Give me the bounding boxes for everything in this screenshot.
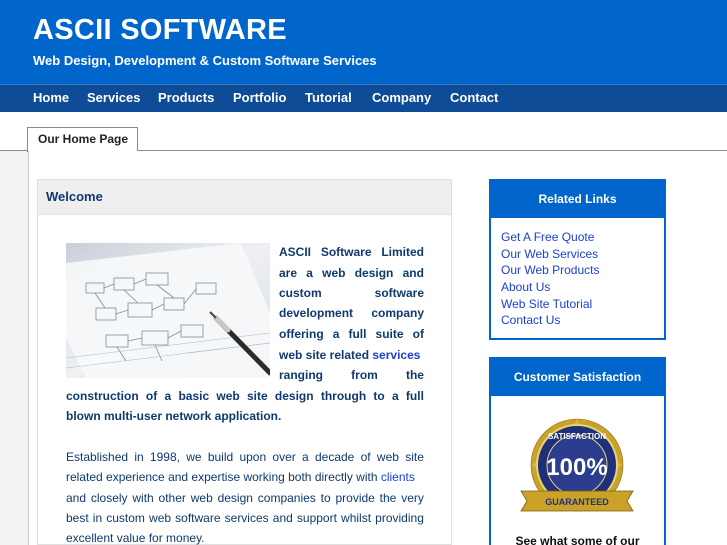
- nav-products[interactable]: Products: [158, 90, 214, 105]
- intro-line-9: blown multi-user network application.: [66, 409, 282, 423]
- link-web-site-tutorial[interactable]: Web Site Tutorial: [501, 297, 592, 311]
- customer-satisfaction-title: Customer Satisfaction: [491, 359, 664, 396]
- related-links-title: Related Links: [491, 181, 664, 218]
- para2-line-3: and closely with other web design companies to p…: [66, 491, 424, 505]
- tab-our-home-page[interactable]: Our Home Page: [27, 127, 138, 152]
- nav-home[interactable]: Home: [33, 90, 69, 105]
- intro-line-3: custom software: [279, 286, 424, 300]
- intro-line-2: are a web design and: [279, 266, 424, 280]
- link-get-a-free-quote[interactable]: Get A Free Quote: [501, 230, 594, 244]
- blueprint-photo: [66, 243, 270, 378]
- tab-strip: Our Home Page: [0, 112, 727, 152]
- svg-text:100%: 100%: [546, 454, 607, 481]
- svg-text:SATISFACTION: SATISFACTION: [548, 432, 606, 441]
- clients-link[interactable]: clients: [381, 470, 415, 484]
- para2-line-5: excellent value for money.: [66, 531, 205, 545]
- main-nav: Home Services Products Portfolio Tutoria…: [0, 84, 727, 112]
- link-our-web-products[interactable]: Our Web Products: [501, 263, 599, 277]
- para2-line-4: best in custom web software services and suppor…: [66, 511, 424, 525]
- nav-services[interactable]: Services: [87, 90, 141, 105]
- intro-line-1: ASCII Software Limited: [279, 245, 424, 259]
- satisfaction-caption: See what some of our: [515, 534, 640, 545]
- welcome-title: Welcome: [46, 189, 103, 204]
- welcome-header: Welcome: [38, 180, 451, 215]
- related-links-panel: Related Links Get A Free Quote Our Web S…: [489, 179, 666, 340]
- site-tagline: Web Design, Development & Custom Softwar…: [33, 53, 377, 68]
- intro-line-8: construction of a basic web site design through…: [66, 389, 424, 403]
- intro-line-5: offering a full suite of: [279, 327, 424, 341]
- intro-line-4: development company: [279, 306, 424, 320]
- satisfaction-badge-icon: SATISFACTION 100% GUARANTEED: [520, 418, 634, 512]
- nav-portfolio[interactable]: Portfolio: [233, 90, 286, 105]
- para2-line-2: related experience and expertise working…: [66, 470, 415, 484]
- intro-line-6: web site related services: [279, 348, 421, 362]
- site-header: ASCII SOFTWARE Web Design, Development &…: [0, 0, 727, 84]
- nav-company[interactable]: Company: [372, 90, 431, 105]
- nav-contact[interactable]: Contact: [450, 90, 498, 105]
- link-about-us[interactable]: About Us: [501, 280, 550, 294]
- svg-text:GUARANTEED: GUARANTEED: [545, 497, 609, 507]
- link-contact-us[interactable]: Contact Us: [501, 313, 560, 327]
- para2-line-1: Established in 1998, we build upon over a decade…: [66, 450, 424, 464]
- nav-tutorial[interactable]: Tutorial: [305, 90, 352, 105]
- link-our-web-services[interactable]: Our Web Services: [501, 247, 598, 261]
- site-title[interactable]: ASCII SOFTWARE: [33, 14, 287, 47]
- customer-satisfaction-panel: Customer Satisfaction SATISFACTION 100% …: [489, 357, 666, 545]
- services-link[interactable]: services: [372, 348, 420, 362]
- intro-line-7: ranging from the: [279, 368, 424, 382]
- blueprint-illustration: [66, 243, 270, 378]
